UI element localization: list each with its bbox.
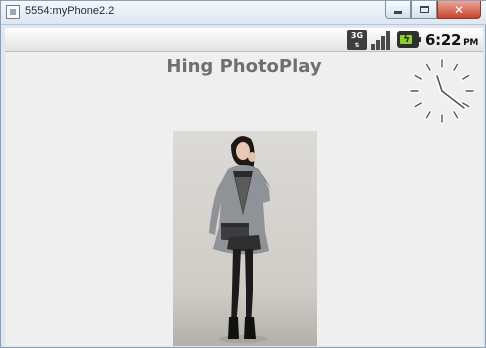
signal-strength-icon	[371, 30, 391, 50]
android-status-bar[interactable]: 3G ⇅ ϟ 6:22 PM	[5, 28, 483, 52]
maximize-icon	[419, 6, 429, 13]
network-type-label: 3G	[350, 31, 364, 40]
data-arrows-icon: ⇅	[354, 42, 360, 49]
app-window-icon	[6, 5, 20, 19]
fashion-photo	[173, 131, 317, 346]
analog-clock-icon	[409, 58, 475, 124]
status-time: 6:22	[425, 31, 462, 49]
close-icon: ✕	[453, 2, 465, 17]
emulator-window: 5554:myPhone2.2 ✕ 3G ⇅ ϟ 6:22 PM Hing Ph…	[0, 0, 486, 348]
battery-charging-icon: ϟ	[397, 31, 421, 48]
status-clock: 6:22 PM	[425, 31, 478, 49]
3g-data-icon: 3G ⇅	[347, 30, 367, 50]
window-title: 5554:myPhone2.2	[25, 5, 115, 17]
minimize-icon	[394, 11, 402, 14]
status-ampm: PM	[463, 38, 479, 48]
phone-screen[interactable]: 3G ⇅ ϟ 6:22 PM Hing PhotoPlay	[5, 28, 483, 346]
window-titlebar[interactable]: 5554:myPhone2.2 ✕	[1, 1, 486, 25]
minimize-button[interactable]	[385, 1, 411, 19]
maximize-button[interactable]	[411, 1, 437, 19]
close-button[interactable]: ✕	[437, 1, 481, 19]
